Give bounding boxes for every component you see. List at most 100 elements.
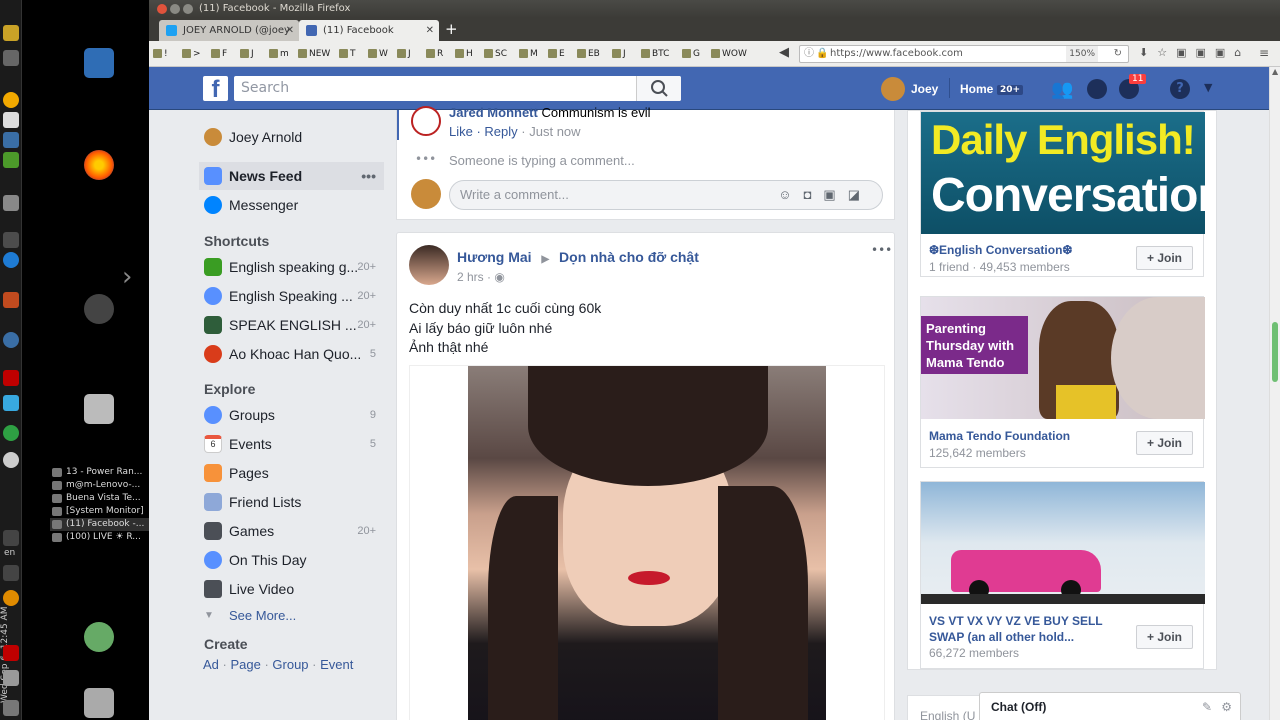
join-button[interactable]: + Join — [1136, 431, 1193, 455]
task-item[interactable]: Buena Vista Te... — [50, 492, 150, 505]
group-name[interactable]: Mama Tendo Foundation — [929, 428, 1129, 444]
tab-twitter[interactable]: JOEY ARNOLD (@joey ✕ — [159, 20, 299, 41]
url-bar[interactable]: ⓘ 🔒 https://www.facebook.com 150% ↻ — [799, 45, 1129, 63]
post-options-icon[interactable]: ••• — [871, 243, 892, 257]
user-icon[interactable] — [84, 622, 114, 652]
profile-link[interactable]: Joey — [911, 82, 938, 96]
post-time[interactable]: 2 hrs — [457, 270, 484, 284]
post-author[interactable]: Hương Mai — [457, 249, 532, 265]
back-button[interactable]: ◀ — [779, 45, 789, 60]
search-input[interactable]: Search — [234, 76, 681, 101]
reply-link[interactable]: Reply — [484, 124, 517, 139]
bookmark-item[interactable]: J — [397, 48, 411, 60]
post-target-group[interactable]: Dọn nhà cho đỡ chật — [559, 249, 699, 265]
nav-pages[interactable]: Pages — [199, 459, 384, 487]
scrollbar[interactable]: ▲ — [1269, 67, 1280, 720]
task-item[interactable]: 13 - Power Ran... — [50, 466, 150, 479]
chat-bar[interactable]: Chat (Off) ✎ ⚙ — [979, 692, 1241, 720]
wifi-icon[interactable] — [3, 530, 19, 546]
scrollbar-thumb[interactable] — [1272, 322, 1278, 382]
reload-icon[interactable]: ↻ — [1114, 46, 1122, 62]
task-item[interactable]: (100) LIVE ☀ R... — [50, 531, 150, 544]
comment-author[interactable]: Jared Monnett — [449, 105, 538, 120]
nav-on-this-day[interactable]: On This Day — [199, 546, 384, 574]
gear-icon[interactable]: ⚙ — [1221, 693, 1232, 720]
new-tab-button[interactable]: + — [445, 20, 458, 38]
filezilla-icon[interactable] — [3, 370, 19, 386]
compose-icon[interactable]: ✎ — [1202, 693, 1212, 720]
bookmark-item[interactable]: M — [519, 48, 538, 60]
app-icon[interactable] — [3, 292, 19, 308]
bookmark-item[interactable]: G — [682, 48, 700, 60]
bitcoin-icon[interactable] — [3, 92, 19, 108]
bookmark-item[interactable]: SC — [484, 48, 507, 60]
bookmark-item[interactable]: > — [182, 48, 201, 60]
more-options-icon[interactable]: ••• — [361, 162, 376, 190]
avatar[interactable] — [881, 77, 905, 101]
app-icon[interactable] — [3, 195, 19, 211]
nav-events[interactable]: 6 Events 5 — [199, 430, 384, 458]
bookmark-item[interactable]: J — [612, 48, 626, 60]
info-icon[interactable]: ⓘ — [804, 46, 814, 62]
nav-messenger[interactable]: Messenger — [199, 191, 384, 219]
filezilla-icon[interactable] — [3, 645, 19, 661]
bookmark-item[interactable]: F — [211, 48, 227, 60]
facebook-logo[interactable]: f — [203, 76, 228, 103]
create-group-link[interactable]: Group — [272, 657, 308, 672]
shortcut-item[interactable]: Ao Khoac Han Quo... 5 — [199, 340, 384, 368]
app-icon[interactable] — [3, 50, 19, 66]
comment-tools-icons[interactable]: ☺◘▣◪ — [778, 181, 872, 209]
close-window-icon[interactable] — [157, 4, 167, 14]
join-button[interactable]: + Join — [1136, 246, 1193, 270]
bookmark-item[interactable]: EB — [577, 48, 600, 60]
create-event-link[interactable]: Event — [320, 657, 353, 672]
join-button[interactable]: + Join — [1136, 625, 1193, 649]
sheet-icon[interactable] — [3, 152, 19, 168]
create-ad-link[interactable]: Ad — [203, 657, 219, 672]
app-icon[interactable] — [3, 670, 19, 686]
nav-profile[interactable]: Joey Arnold — [199, 123, 384, 151]
search-button[interactable] — [636, 76, 681, 101]
nav-games[interactable]: Games 20+ — [199, 517, 384, 545]
hamburger-menu-icon[interactable]: ≡ — [1259, 46, 1269, 60]
document-icon[interactable] — [84, 48, 114, 78]
comment-input[interactable]: Write a comment... ☺◘▣◪ — [449, 180, 883, 210]
firefox-icon[interactable] — [84, 150, 114, 180]
app-icon[interactable] — [3, 395, 19, 411]
like-link[interactable]: Like — [449, 124, 473, 139]
app-icon[interactable] — [3, 425, 19, 441]
tab-facebook[interactable]: (11) Facebook ✕ — [299, 20, 439, 41]
chevron-right-icon[interactable]: › — [122, 262, 132, 292]
terminal-icon[interactable] — [3, 232, 19, 248]
ubuntu-icon[interactable] — [84, 294, 114, 324]
account-menu-icon[interactable]: ▼ — [1204, 81, 1212, 94]
app-icon[interactable] — [3, 452, 19, 468]
zoom-level[interactable]: 150% — [1066, 46, 1098, 62]
maximize-window-icon[interactable] — [183, 4, 193, 14]
scroll-up-icon[interactable]: ▲ — [1272, 67, 1278, 76]
group-banner[interactable] — [921, 482, 1205, 604]
task-item[interactable]: [System Monitor] — [50, 505, 150, 518]
shortcut-item[interactable]: SPEAK ENGLISH ... 20+ — [199, 311, 384, 339]
minimize-window-icon[interactable] — [170, 4, 180, 14]
close-tab-icon[interactable]: ✕ — [426, 20, 434, 41]
home-link[interactable]: Home — [960, 82, 993, 96]
bookmark-item[interactable]: WOW — [711, 48, 747, 60]
friend-requests-icon[interactable]: 👥 — [1051, 79, 1073, 100]
toolbar-icons[interactable]: ⬇☆▣▣▣⌂ — [1139, 46, 1250, 59]
file-icon[interactable] — [3, 112, 19, 128]
nav-friend-lists[interactable]: Friend Lists — [199, 488, 384, 516]
messenger-icon[interactable] — [1087, 79, 1107, 99]
bookmark-item[interactable]: E — [548, 48, 565, 60]
chrome-icon[interactable] — [3, 252, 19, 268]
nav-news-feed[interactable]: News Feed ••• — [199, 162, 384, 190]
trash-icon[interactable] — [84, 688, 114, 718]
calendar-icon[interactable] — [3, 132, 19, 148]
bookmark-item[interactable]: m — [269, 48, 289, 60]
group-name[interactable]: VS VT VX VY VZ VE BUY SELL SWAP (an all … — [929, 613, 1129, 645]
task-item[interactable]: (11) Facebook -... — [50, 518, 150, 531]
app-icon[interactable] — [3, 332, 19, 348]
avatar[interactable] — [409, 245, 449, 285]
bookmark-item[interactable]: W — [368, 48, 388, 60]
see-more-link[interactable]: ▼ See More... — [199, 602, 384, 630]
